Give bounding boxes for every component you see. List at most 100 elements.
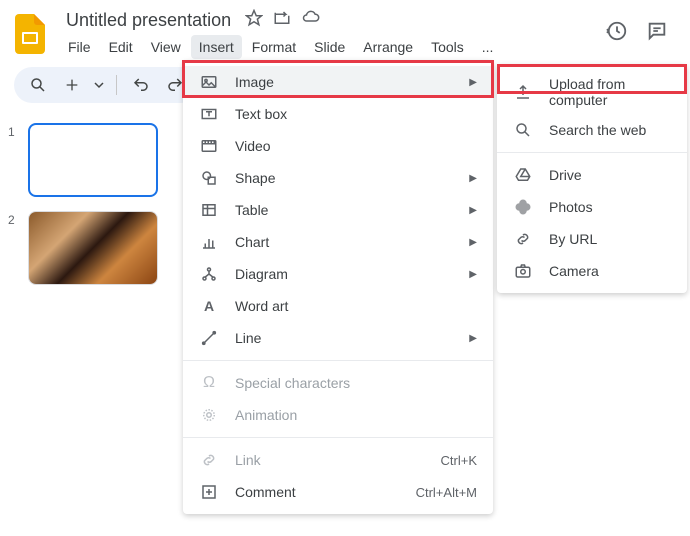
menu-more[interactable]: ... bbox=[474, 35, 502, 59]
submenu-arrow-icon: ▶ bbox=[469, 269, 477, 280]
header: Untitled presentation File Edit View Ins… bbox=[0, 0, 690, 59]
menu-format[interactable]: Format bbox=[244, 35, 304, 59]
shortcut: Ctrl+Alt+M bbox=[416, 485, 477, 500]
slide-preview[interactable] bbox=[28, 123, 158, 197]
menu-tools[interactable]: Tools bbox=[423, 35, 472, 59]
upload-icon bbox=[513, 82, 533, 102]
undo-icon[interactable] bbox=[127, 71, 155, 99]
menu-label: Special characters bbox=[235, 375, 477, 391]
insert-dropdown: Image ▶ Text box Video Shape ▶ Table ▶ C… bbox=[183, 60, 493, 514]
camera-icon bbox=[513, 261, 533, 281]
submenu-arrow-icon: ▶ bbox=[469, 77, 477, 88]
shape-icon bbox=[199, 168, 219, 188]
table-icon bbox=[199, 200, 219, 220]
slide-number: 2 bbox=[8, 211, 20, 285]
menu-slide[interactable]: Slide bbox=[306, 35, 353, 59]
submenu-arrow-icon: ▶ bbox=[469, 173, 477, 184]
menu-label: By URL bbox=[549, 231, 671, 247]
menu-label: Drive bbox=[549, 167, 671, 183]
cloud-icon[interactable] bbox=[301, 9, 321, 32]
menu-bar: File Edit View Insert Format Slide Arran… bbox=[60, 35, 594, 59]
menu-label: Link bbox=[235, 452, 425, 468]
history-icon[interactable] bbox=[606, 20, 628, 47]
menu-view[interactable]: View bbox=[143, 35, 189, 59]
menu-file[interactable]: File bbox=[60, 35, 99, 59]
search-tool-icon[interactable] bbox=[24, 71, 52, 99]
insert-line[interactable]: Line ▶ bbox=[183, 322, 493, 354]
insert-comment[interactable]: Comment Ctrl+Alt+M bbox=[183, 476, 493, 508]
menu-edit[interactable]: Edit bbox=[101, 35, 141, 59]
menu-label: Chart bbox=[235, 234, 453, 250]
photos-icon bbox=[513, 197, 533, 217]
menu-label: Table bbox=[235, 202, 453, 218]
move-icon[interactable] bbox=[273, 9, 291, 32]
menu-label: Camera bbox=[549, 263, 671, 279]
video-icon bbox=[199, 136, 219, 156]
from-drive[interactable]: Drive bbox=[497, 159, 687, 191]
by-url[interactable]: By URL bbox=[497, 223, 687, 255]
menu-label: Comment bbox=[235, 484, 400, 500]
search-the-web[interactable]: Search the web bbox=[497, 114, 687, 146]
submenu-arrow-icon: ▶ bbox=[469, 333, 477, 344]
slides-panel: 1 2 bbox=[0, 111, 178, 311]
textbox-icon bbox=[199, 104, 219, 124]
from-photos[interactable]: Photos bbox=[497, 191, 687, 223]
insert-textbox[interactable]: Text box bbox=[183, 98, 493, 130]
insert-special-chars: Ω Special characters bbox=[183, 367, 493, 399]
menu-label: Diagram bbox=[235, 266, 453, 282]
menu-label: Search the web bbox=[549, 122, 671, 138]
slide-thumbnail[interactable]: 1 bbox=[8, 123, 170, 197]
menu-divider bbox=[183, 437, 493, 438]
insert-shape[interactable]: Shape ▶ bbox=[183, 162, 493, 194]
animation-icon bbox=[199, 405, 219, 425]
shortcut: Ctrl+K bbox=[441, 453, 477, 468]
special-chars-icon: Ω bbox=[199, 373, 219, 393]
from-camera[interactable]: Camera bbox=[497, 255, 687, 287]
menu-label: Upload from computer bbox=[549, 76, 671, 108]
insert-diagram[interactable]: Diagram ▶ bbox=[183, 258, 493, 290]
menu-divider bbox=[183, 360, 493, 361]
image-icon bbox=[199, 72, 219, 92]
insert-table[interactable]: Table ▶ bbox=[183, 194, 493, 226]
submenu-arrow-icon: ▶ bbox=[469, 205, 477, 216]
diagram-icon bbox=[199, 264, 219, 284]
chart-icon bbox=[199, 232, 219, 252]
menu-label: Shape bbox=[235, 170, 453, 186]
drive-icon bbox=[513, 165, 533, 185]
comment-icon bbox=[199, 482, 219, 502]
menu-label: Word art bbox=[235, 298, 477, 314]
star-icon[interactable] bbox=[245, 9, 263, 32]
new-slide-dropdown-icon[interactable] bbox=[92, 71, 106, 99]
new-slide-icon[interactable] bbox=[58, 71, 86, 99]
document-title[interactable]: Untitled presentation bbox=[60, 8, 237, 33]
insert-chart[interactable]: Chart ▶ bbox=[183, 226, 493, 258]
header-content: Untitled presentation File Edit View Ins… bbox=[60, 8, 594, 59]
upload-from-computer[interactable]: Upload from computer bbox=[497, 70, 687, 114]
insert-animation: Animation bbox=[183, 399, 493, 431]
menu-insert[interactable]: Insert bbox=[191, 35, 242, 59]
menu-label: Text box bbox=[235, 106, 477, 122]
comments-icon[interactable] bbox=[646, 20, 668, 47]
menu-label: Line bbox=[235, 330, 453, 346]
search-icon bbox=[513, 120, 533, 140]
menu-label: Photos bbox=[549, 199, 671, 215]
slide-thumbnail[interactable]: 2 bbox=[8, 211, 170, 285]
slide-preview[interactable] bbox=[28, 211, 158, 285]
url-icon bbox=[513, 229, 533, 249]
slide-number: 1 bbox=[8, 123, 20, 197]
menu-label: Animation bbox=[235, 407, 477, 423]
submenu-arrow-icon: ▶ bbox=[469, 237, 477, 248]
slides-logo[interactable] bbox=[12, 16, 48, 52]
menu-arrange[interactable]: Arrange bbox=[355, 35, 421, 59]
wordart-icon: A bbox=[199, 296, 219, 316]
image-submenu: Upload from computer Search the web Driv… bbox=[497, 64, 687, 293]
insert-image[interactable]: Image ▶ bbox=[183, 66, 493, 98]
insert-wordart[interactable]: A Word art bbox=[183, 290, 493, 322]
link-icon bbox=[199, 450, 219, 470]
menu-divider bbox=[497, 152, 687, 153]
menu-label: Image bbox=[235, 74, 453, 90]
insert-video[interactable]: Video bbox=[183, 130, 493, 162]
line-icon bbox=[199, 328, 219, 348]
menu-label: Video bbox=[235, 138, 477, 154]
insert-link: Link Ctrl+K bbox=[183, 444, 493, 476]
